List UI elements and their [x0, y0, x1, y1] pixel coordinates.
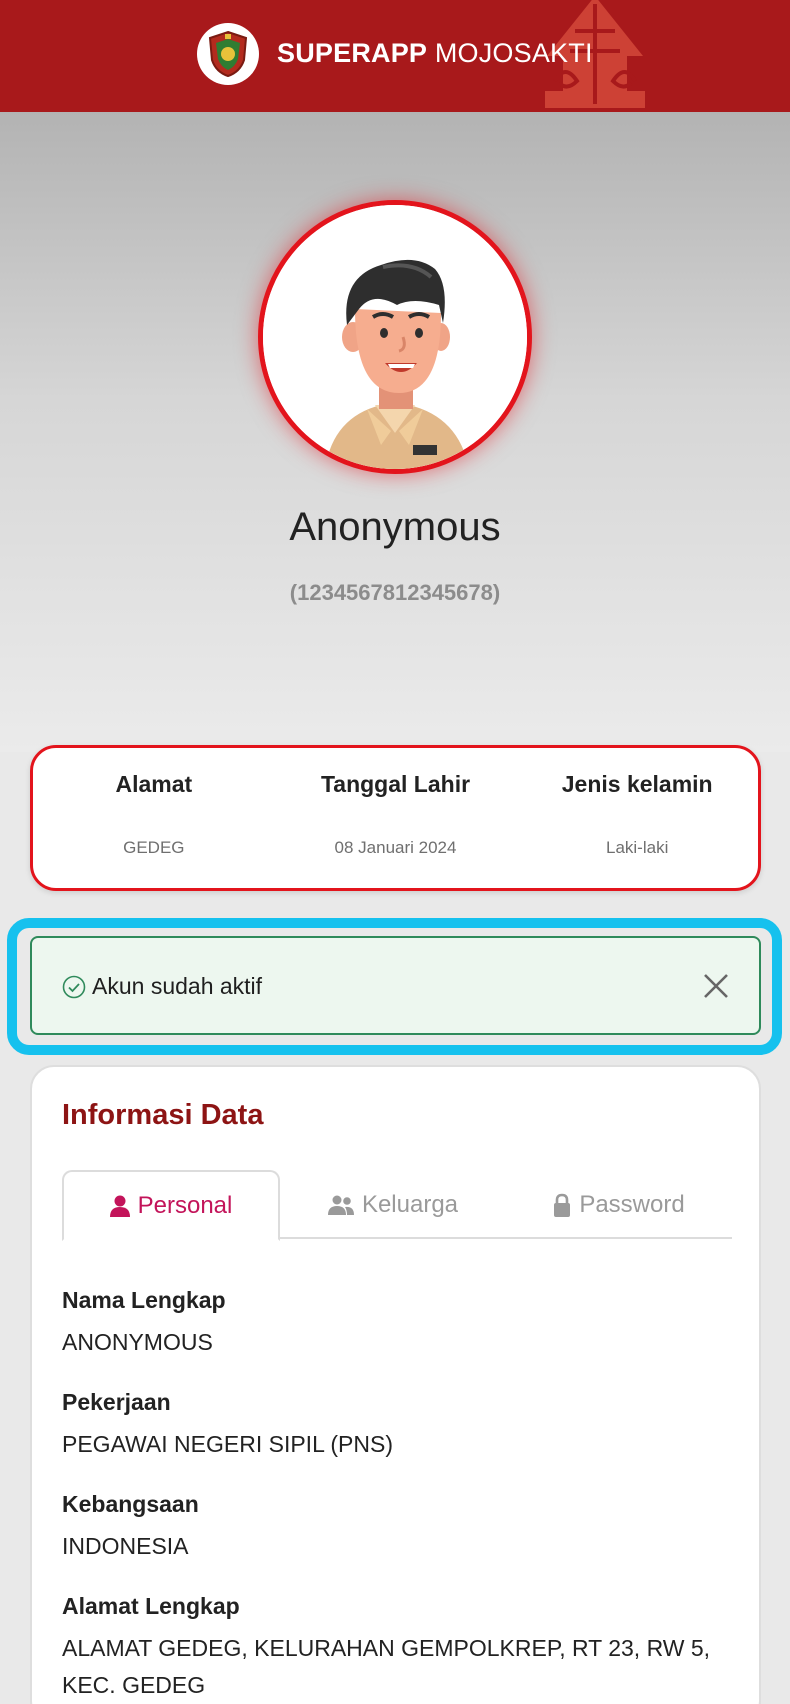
lock-icon [554, 1193, 571, 1217]
close-icon[interactable] [701, 971, 731, 1001]
field-value: INDONESIA [62, 1533, 189, 1559]
profile-avatar[interactable] [258, 200, 532, 474]
field-value: ALAMAT GEDEG, KELURAHAN GEMPOLKREP, RT 2… [62, 1635, 711, 1698]
users-icon [327, 1195, 354, 1215]
summary-tanggal-lahir: Tanggal Lahir 08 Januari 2024 [275, 748, 517, 888]
field-alamat-lengkap: Alamat Lengkap ALAMAT GEDEG, KELURAHAN G… [62, 1593, 742, 1704]
summary-jenis-kelamin: Jenis kelamin Laki-laki [516, 748, 758, 888]
field-label: Pekerjaan [62, 1389, 171, 1415]
summary-alamat: Alamat GEDEG [33, 748, 275, 888]
field-value: ANONYMOUS [62, 1329, 213, 1355]
field-nama-lengkap: Nama Lengkap ANONYMOUS [62, 1287, 742, 1361]
app-title: SUPERAPP MOJOSAKTI [277, 38, 593, 68]
field-kebangsaan: Kebangsaan INDONESIA [62, 1491, 742, 1565]
regency-logo[interactable] [197, 23, 259, 85]
avatar-illustration-icon [263, 205, 527, 469]
summary-value: 08 Januari 2024 [334, 838, 457, 857]
alert-message: Akun sudah aktif [92, 973, 263, 999]
summary-label: Alamat [115, 771, 193, 797]
field-label: Alamat Lengkap [62, 1593, 240, 1619]
shield-emblem-icon [208, 30, 248, 78]
user-icon [109, 1195, 130, 1217]
section-title: Informasi Data [62, 1099, 264, 1131]
summary-label: Jenis kelamin [561, 771, 713, 797]
data-tabs: Personal Keluarga Password [62, 1170, 732, 1241]
app-header: SUPERAPP MOJOSAKTI [0, 0, 790, 112]
field-value: PEGAWAI NEGERI SIPIL (PNS) [62, 1431, 394, 1457]
tab-label: Personal [137, 1191, 233, 1219]
tab-password[interactable]: Password [506, 1170, 732, 1239]
summary-label: Tanggal Lahir [320, 771, 471, 797]
summary-value: Laki-laki [606, 838, 669, 857]
account-active-alert: Akun sudah aktif [30, 936, 761, 1035]
data-information-card: Informasi Data Personal Keluarga Passwor… [30, 1065, 761, 1704]
tab-personal[interactable]: Personal [62, 1170, 280, 1241]
profile-summary-card: Alamat GEDEG Tanggal Lahir 08 Januari 20… [30, 745, 761, 891]
summary-value: GEDEG [123, 838, 185, 857]
field-pekerjaan: Pekerjaan PEGAWAI NEGERI SIPIL (PNS) [62, 1389, 742, 1463]
tab-keluarga[interactable]: Keluarga [280, 1170, 506, 1239]
tab-label: Password [579, 1190, 685, 1218]
profile-nip: (1234567812345678) [289, 580, 501, 605]
check-circle-icon [62, 975, 86, 999]
field-label: Kebangsaan [62, 1491, 199, 1517]
tab-label: Keluarga [361, 1190, 459, 1218]
profile-name: Anonymous [289, 505, 501, 549]
field-label: Nama Lengkap [62, 1287, 226, 1313]
